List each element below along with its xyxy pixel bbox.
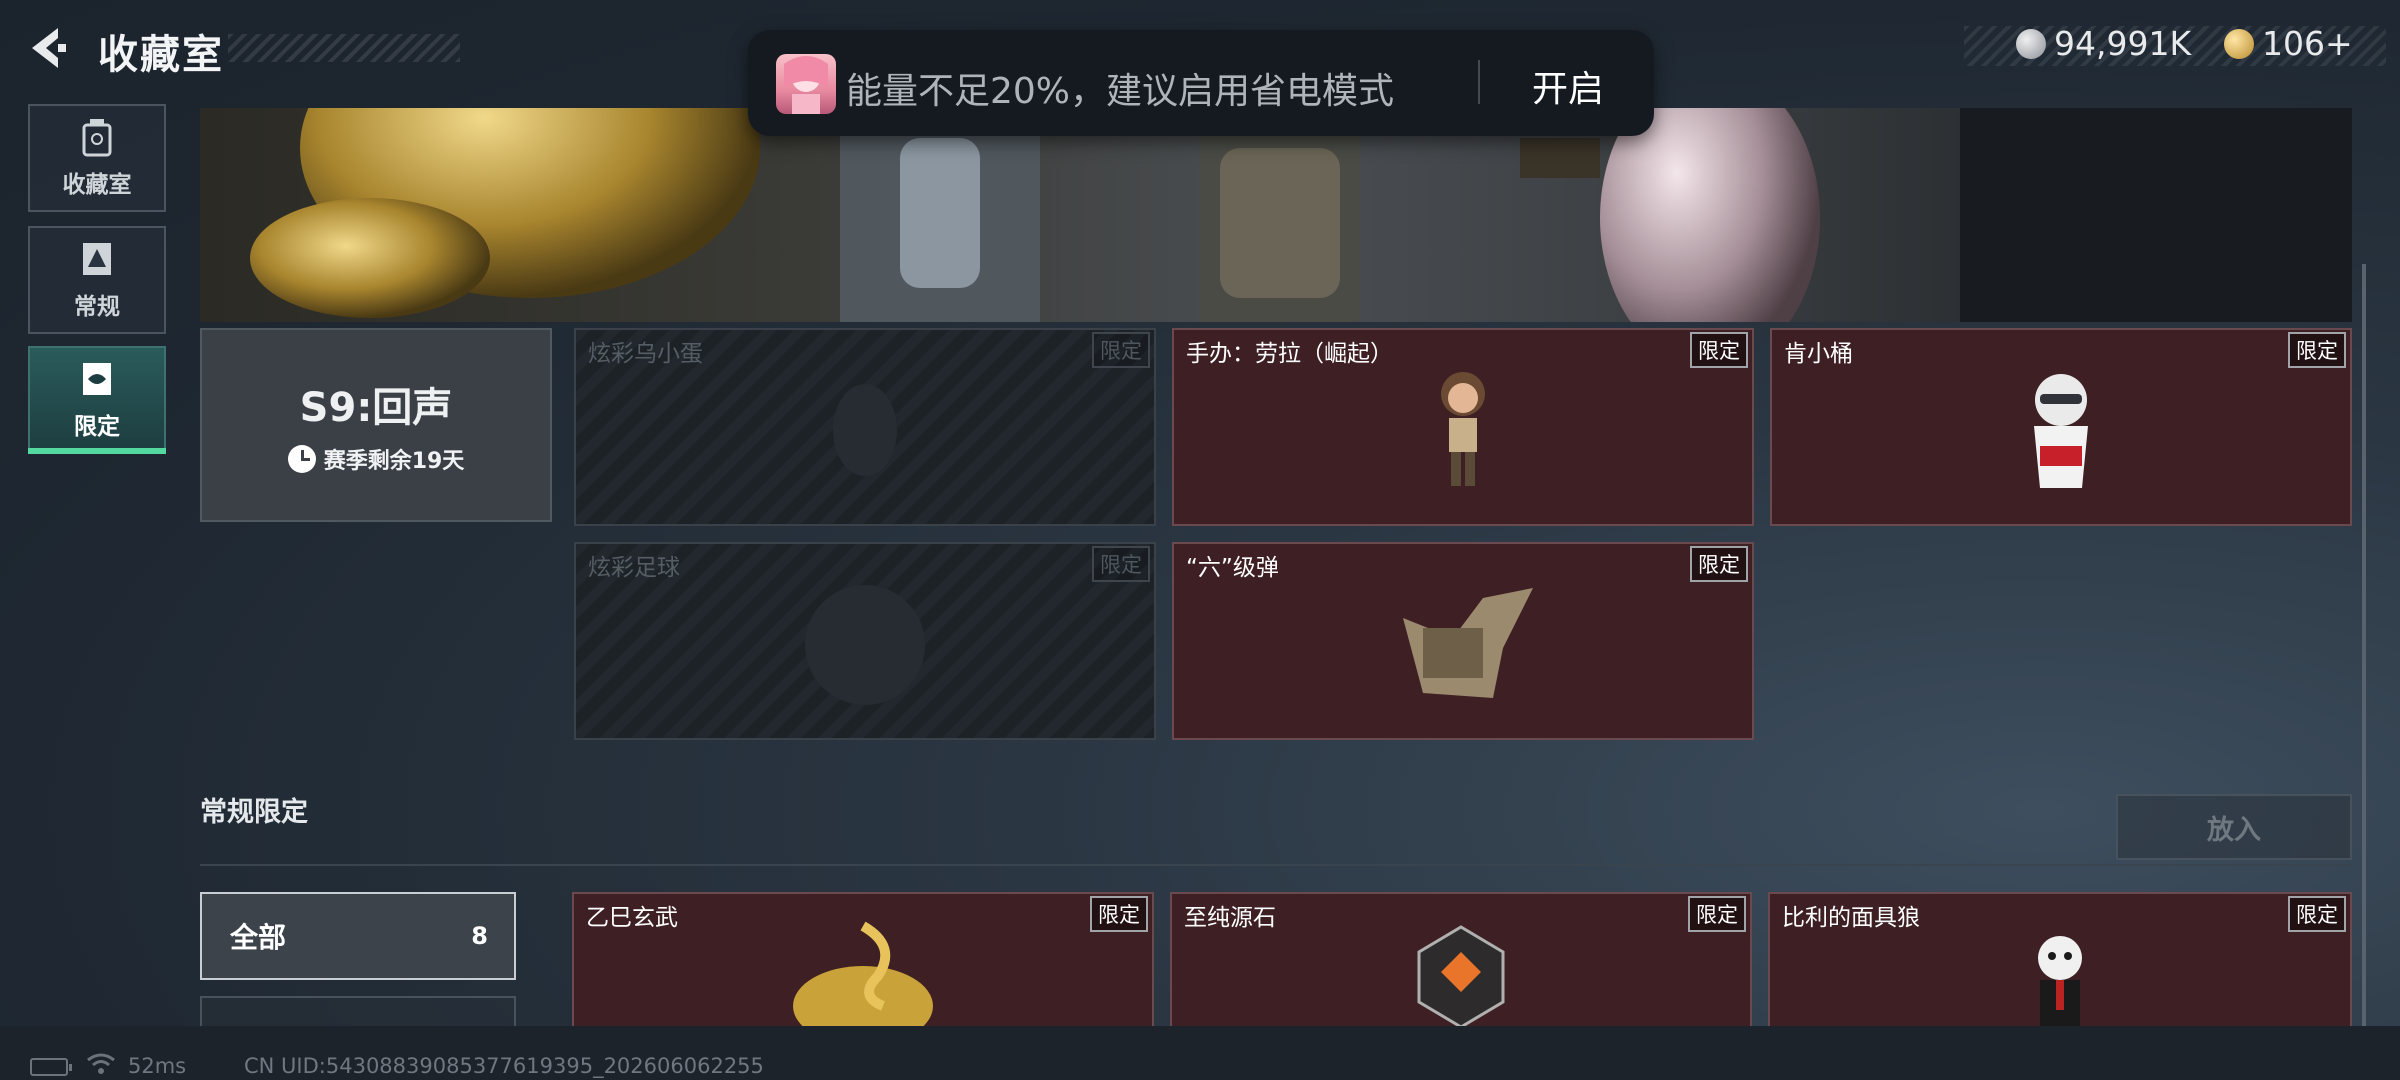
tag-icon — [83, 363, 111, 395]
origin-stone-image — [1417, 925, 1505, 1026]
filter-count: 8 — [471, 922, 488, 950]
season-remaining-text: 赛季剩余19天 — [323, 449, 465, 474]
item-card[interactable]: 手办：劳拉（崛起） 限定 — [1172, 328, 1754, 526]
item-card[interactable]: “六”级弹 限定 — [1172, 542, 1754, 740]
item-card[interactable]: 炫彩足球 限定 — [574, 542, 1156, 740]
limited-tag: 限定 — [1090, 896, 1148, 932]
trash-bin-icon — [82, 119, 112, 157]
limited-tag: 限定 — [2288, 896, 2346, 932]
ping-value: 52ms — [128, 1054, 187, 1078]
sidebar-item-regular[interactable]: 常规 — [28, 226, 166, 334]
item-name: 比利的面具狼 — [1782, 905, 1920, 931]
filter-all[interactable]: 全部 8 — [200, 892, 516, 980]
item-name: 炫彩乌小蛋 — [588, 341, 703, 367]
page-title: 收藏室 — [98, 32, 224, 78]
figure-kfc-bucket-image — [2034, 374, 2088, 488]
sidebar-item-label: 常规 — [74, 294, 120, 320]
title-decoration — [228, 34, 460, 62]
item-card[interactable]: 比利的面具狼 限定 — [1768, 892, 2352, 1026]
item-name: 乙巳玄武 — [586, 905, 678, 931]
avatar-icon — [784, 56, 828, 114]
toast-divider — [1478, 60, 1480, 104]
limited-tag: 限定 — [1092, 332, 1150, 368]
item-name: 手办：劳拉（崛起） — [1186, 341, 1393, 367]
currency-silver[interactable]: 94,991K — [2016, 24, 2191, 63]
item-card[interactable]: 乙巳玄武 限定 — [572, 892, 1154, 1026]
document-icon — [83, 243, 111, 275]
limited-tag: 限定 — [2288, 332, 2346, 368]
collection-banner — [200, 108, 2352, 322]
item-name: 肯小桶 — [1784, 341, 1853, 367]
clock-icon — [287, 445, 316, 473]
sidebar-item-limited[interactable]: 限定 — [28, 346, 166, 454]
billy-puppet-image — [2038, 936, 2082, 1026]
limited-tag: 限定 — [1690, 332, 1748, 368]
figure-lara-image — [1441, 372, 1485, 486]
bullet-hand-image — [1403, 588, 1533, 698]
currency-gold-value: 106+ — [2262, 24, 2353, 63]
football-silhouette-icon — [805, 585, 925, 705]
power-save-toast: 能量不足20%，建议启用省电模式 开启 — [748, 30, 1654, 136]
item-card[interactable]: 至纯源石 限定 — [1170, 892, 1752, 1026]
put-in-button[interactable]: 放入 — [2116, 794, 2352, 860]
section-divider — [200, 864, 2352, 866]
filter-item[interactable] — [200, 996, 516, 1026]
item-name: 炫彩足球 — [588, 555, 680, 581]
banner-artwork — [250, 108, 2352, 322]
limited-tag: 限定 — [1688, 896, 1746, 932]
user-uid: CN UID:5430883908537761939​5_20260606225… — [244, 1054, 764, 1078]
section-title: 常规限定 — [200, 797, 308, 828]
item-name: 至纯源石 — [1184, 905, 1276, 931]
season-card[interactable]: S9:回声 赛季剩余19天 — [200, 328, 552, 522]
character-avatar — [776, 54, 836, 114]
silver-coin-icon — [2016, 28, 2046, 59]
golden-turtle-image — [793, 921, 933, 1026]
egg-silhouette-icon — [833, 384, 897, 476]
back-arrow-icon — [32, 28, 66, 68]
filter-label: 全部 — [230, 921, 287, 954]
back-button[interactable] — [28, 24, 74, 72]
wifi-icon — [87, 1053, 115, 1074]
sidebar-item-label: 限定 — [74, 414, 120, 440]
scrollbar[interactable] — [2362, 264, 2366, 1044]
sidebar-item-label: 收藏室 — [62, 172, 132, 198]
item-name: “六”级弹 — [1186, 555, 1279, 581]
currency-silver-value: 94,991K — [2054, 24, 2192, 63]
limited-tag: 限定 — [1092, 546, 1150, 582]
enable-button[interactable]: 开启 — [1532, 60, 1604, 112]
season-remaining: 赛季剩余19天 — [287, 443, 465, 475]
currency-gold[interactable]: 106+ — [2224, 24, 2353, 63]
active-indicator — [28, 448, 166, 454]
item-card[interactable]: 炫彩乌小蛋 限定 — [574, 328, 1156, 526]
gold-coin-icon — [2224, 28, 2254, 59]
limited-tag: 限定 — [1690, 546, 1748, 582]
battery-icon — [30, 1058, 72, 1076]
item-card[interactable]: 肯小桶 限定 — [1770, 328, 2352, 526]
sidebar-item-collection[interactable]: 收藏室 — [28, 104, 166, 212]
toast-message: 能量不足20%，建议启用省电模式 — [846, 71, 1395, 112]
season-title: S9:回声 — [299, 385, 453, 431]
